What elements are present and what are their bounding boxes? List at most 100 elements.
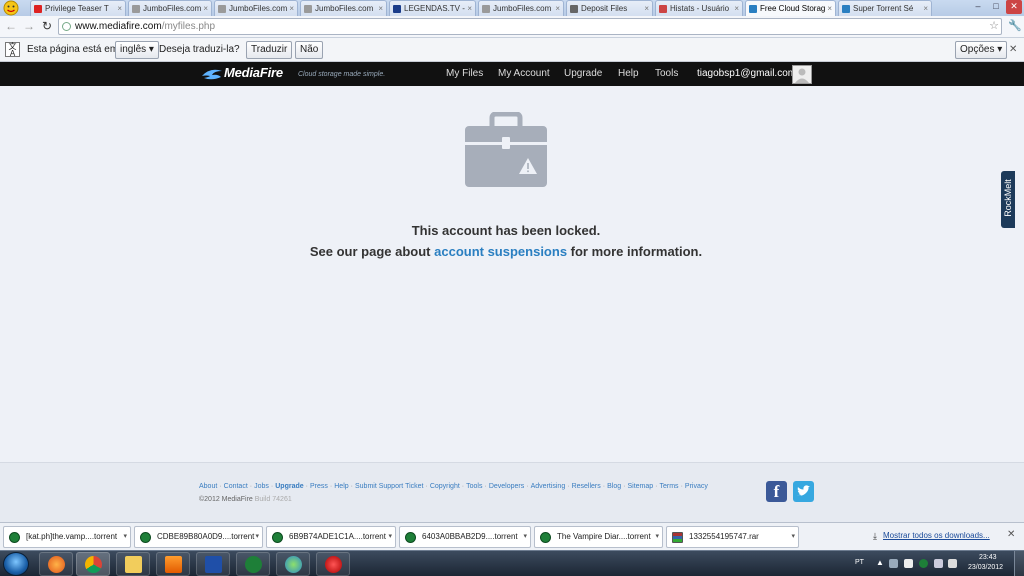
- user-email[interactable]: tiagobsp1@gmail.com: [697, 68, 796, 79]
- browser-tab[interactable]: JumboFiles.com ×: [478, 0, 564, 16]
- browser-tab[interactable]: Free Cloud Storag ×: [745, 0, 836, 16]
- browser-tab[interactable]: Deposit Files ×: [566, 0, 653, 16]
- browser-tab[interactable]: JumboFiles.com ×: [128, 0, 212, 16]
- browser-tab[interactable]: Super Torrent Sé ×: [838, 0, 932, 16]
- rockmelt-side-tab[interactable]: RockMelt: [1001, 171, 1015, 228]
- footer-link[interactable]: Help: [334, 483, 348, 490]
- minimize-window-button[interactable]: –: [970, 0, 986, 14]
- avatar[interactable]: [792, 65, 812, 84]
- show-all-downloads-link[interactable]: Mostrar todos os downloads...: [883, 531, 990, 540]
- tab-close-icon[interactable]: ×: [378, 1, 383, 16]
- download-item[interactable]: 6403A0BBAB2D9....torrent ▾: [399, 526, 531, 548]
- chevron-down-icon[interactable]: ▾: [255, 527, 259, 547]
- translate-prefix: Esta página está em: [27, 44, 119, 55]
- volume-icon[interactable]: [948, 559, 957, 568]
- language-select[interactable]: inglês ▾: [115, 41, 159, 59]
- footer-link[interactable]: Developers: [489, 483, 524, 490]
- browser-tab-strip: Privilege Teaser T × JumboFiles.com × JumboF…: [0, 0, 1024, 16]
- facebook-icon[interactable]: f: [766, 481, 787, 502]
- show-desktop-button[interactable]: [1014, 551, 1024, 576]
- download-item[interactable]: The Vampire Diar....torrent ▾: [534, 526, 663, 548]
- footer-link[interactable]: Jobs: [254, 483, 269, 490]
- tab-close-icon[interactable]: ×: [644, 1, 649, 16]
- utorrent-tray-icon[interactable]: [919, 559, 928, 568]
- forward-icon[interactable]: →: [22, 19, 36, 33]
- clock-time[interactable]: 23:43: [979, 554, 997, 561]
- chevron-down-icon[interactable]: ▾: [388, 527, 392, 547]
- start-button[interactable]: [3, 552, 29, 576]
- tab-close-icon[interactable]: ×: [467, 1, 472, 16]
- brand-name[interactable]: MediaFire: [224, 65, 283, 80]
- download-filename: CDBE89B80A0D9....torrent: [157, 532, 255, 541]
- download-item[interactable]: [kat.ph]the.vamp....torrent ▾: [3, 526, 131, 548]
- chevron-down-icon[interactable]: ▾: [523, 527, 527, 547]
- taskbar-media-player[interactable]: [156, 552, 190, 576]
- footer-link[interactable]: Contact: [224, 483, 248, 490]
- tab-close-icon[interactable]: ×: [827, 1, 832, 16]
- footer-link[interactable]: Terms: [660, 483, 679, 490]
- browser-tab[interactable]: Histats - Usuário ×: [655, 0, 743, 16]
- taskbar-chrome[interactable]: [76, 552, 110, 576]
- build-number: Build 74261: [254, 496, 292, 503]
- taskbar-messenger[interactable]: [276, 552, 310, 576]
- chevron-down-icon[interactable]: ▾: [655, 527, 659, 547]
- footer-link[interactable]: Copyright: [430, 483, 460, 490]
- bookmark-star-icon[interactable]: ☆: [989, 19, 999, 34]
- tray-expand-icon[interactable]: ▲: [876, 558, 884, 567]
- reload-icon[interactable]: ↻: [40, 19, 54, 33]
- footer-link[interactable]: Submit Support Ticket: [355, 483, 423, 490]
- download-item[interactable]: 1332554195747.rar ▾: [666, 526, 799, 548]
- tab-close-icon[interactable]: ×: [923, 1, 928, 16]
- footer-link[interactable]: Press: [310, 483, 328, 490]
- tab-close-icon[interactable]: ×: [555, 1, 560, 16]
- chevron-down-icon[interactable]: ▾: [791, 527, 795, 547]
- close-translate-icon[interactable]: ✕: [1009, 43, 1017, 56]
- action-center-flag-icon[interactable]: [904, 559, 913, 568]
- back-icon[interactable]: ←: [4, 19, 18, 33]
- download-item[interactable]: CDBE89B80A0D9....torrent ▾: [134, 526, 263, 548]
- maximize-window-button[interactable]: □: [988, 0, 1004, 14]
- nav-upgrade[interactable]: Upgrade: [564, 68, 602, 79]
- footer-link[interactable]: Tools: [466, 483, 482, 490]
- input-language[interactable]: PT: [855, 559, 864, 566]
- translate-button[interactable]: Traduzir: [246, 41, 293, 59]
- taskbar-app-pen[interactable]: [196, 552, 230, 576]
- browser-tab[interactable]: JumboFiles.com ×: [300, 0, 387, 16]
- taskbar-explorer[interactable]: [116, 552, 150, 576]
- nav-my-account[interactable]: My Account: [498, 68, 550, 79]
- footer-link[interactable]: Advertising: [531, 483, 566, 490]
- address-bar[interactable]: www.mediafire.com/myfiles.php ☆: [58, 18, 1002, 35]
- no-translate-button[interactable]: Não: [295, 41, 324, 59]
- nav-tools[interactable]: Tools: [655, 68, 678, 79]
- footer-link[interactable]: Blog: [607, 483, 621, 490]
- close-window-button[interactable]: ✕: [1006, 0, 1022, 14]
- nav-my-files[interactable]: My Files: [446, 68, 483, 79]
- browser-tab[interactable]: LEGENDAS.TV - ×: [389, 0, 476, 16]
- tab-close-icon[interactable]: ×: [203, 1, 208, 16]
- nav-help[interactable]: Help: [618, 68, 639, 79]
- tab-close-icon[interactable]: ×: [117, 1, 122, 16]
- footer-link[interactable]: Privacy: [685, 483, 708, 490]
- footer-link[interactable]: Resellers: [572, 483, 601, 490]
- footer-link[interactable]: Sitemap: [627, 483, 653, 490]
- taskbar-firefox[interactable]: [39, 552, 73, 576]
- twitter-icon[interactable]: [793, 481, 814, 502]
- mediafire-flame-icon[interactable]: [200, 65, 224, 83]
- close-downloads-icon[interactable]: ✕: [1007, 529, 1015, 540]
- tray-app-icon[interactable]: [889, 559, 898, 568]
- network-icon[interactable]: [934, 559, 943, 568]
- taskbar-ccleaner[interactable]: [316, 552, 350, 576]
- clock-date[interactable]: 23/03/2012: [968, 564, 1003, 571]
- taskbar-utorrent[interactable]: [236, 552, 270, 576]
- browser-tab[interactable]: Privilege Teaser T ×: [30, 0, 126, 16]
- wrench-menu-icon[interactable]: 🔧: [1008, 19, 1022, 32]
- account-suspensions-link[interactable]: account suspensions: [434, 244, 567, 259]
- footer-link[interactable]: Upgrade: [275, 483, 303, 490]
- chevron-down-icon[interactable]: ▾: [123, 527, 127, 547]
- tab-close-icon[interactable]: ×: [289, 1, 294, 16]
- browser-tab[interactable]: JumboFiles.com ×: [214, 0, 298, 16]
- footer-link[interactable]: About: [199, 483, 217, 490]
- translate-options-button[interactable]: Opções ▾: [955, 41, 1008, 59]
- tab-close-icon[interactable]: ×: [734, 1, 739, 16]
- download-item[interactable]: 6B9B74ADE1C1A....torrent ▾: [266, 526, 396, 548]
